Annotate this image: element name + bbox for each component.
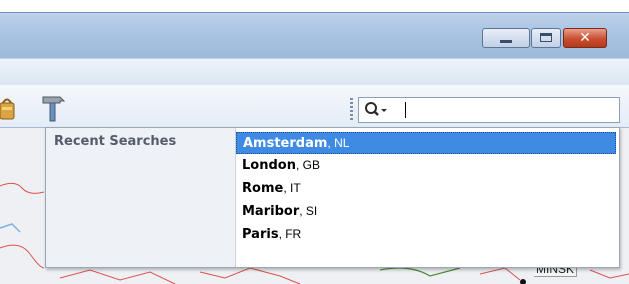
recent-searches-heading: Recent Searches bbox=[54, 134, 177, 149]
recent-search-city: Maribor bbox=[242, 204, 300, 219]
tools-icon[interactable] bbox=[40, 93, 68, 123]
close-icon: ✕ bbox=[579, 30, 591, 46]
recent-search-item[interactable]: Amsterdam, NL bbox=[236, 132, 616, 154]
recent-search-country: , IT bbox=[283, 181, 301, 195]
recent-search-city: London bbox=[242, 158, 296, 173]
recent-search-item[interactable]: Paris, FR bbox=[236, 223, 616, 246]
recent-search-country: , GB bbox=[295, 158, 320, 172]
text-cursor bbox=[405, 102, 406, 118]
recent-search-city: Paris bbox=[242, 227, 279, 242]
recent-search-country: , FR bbox=[278, 227, 302, 241]
close-button[interactable]: ✕ bbox=[563, 28, 607, 48]
toolbar-gripper[interactable] bbox=[350, 98, 353, 120]
dropdown-category-pane: Recent Searches bbox=[46, 128, 236, 267]
recent-search-country: , NL bbox=[327, 136, 350, 150]
recent-search-country: , SI bbox=[299, 204, 318, 218]
recent-search-item[interactable]: Maribor, SI bbox=[236, 200, 616, 223]
app-window: ✕ MINSK Recent Searches Amsterdam, NL Lo… bbox=[0, 0, 629, 284]
maximize-button[interactable] bbox=[531, 28, 561, 48]
maximize-icon bbox=[540, 33, 552, 42]
recent-search-item[interactable]: Rome, IT bbox=[236, 177, 616, 200]
bag-icon[interactable] bbox=[0, 95, 20, 121]
recent-search-city: Rome bbox=[242, 181, 284, 196]
search-input[interactable] bbox=[395, 99, 615, 121]
search-icon[interactable] bbox=[364, 101, 388, 119]
recent-searches-dropdown: Recent Searches Amsterdam, NL London, GB… bbox=[45, 127, 620, 268]
minimize-icon bbox=[500, 40, 512, 43]
recent-search-item[interactable]: London, GB bbox=[236, 154, 616, 177]
minimize-button[interactable] bbox=[482, 28, 530, 48]
recent-search-city: Amsterdam bbox=[243, 136, 328, 151]
search-field[interactable] bbox=[358, 97, 620, 123]
menu-bar bbox=[0, 58, 629, 86]
recent-searches-list: Amsterdam, NL London, GB Rome, IT Maribo… bbox=[236, 132, 616, 246]
